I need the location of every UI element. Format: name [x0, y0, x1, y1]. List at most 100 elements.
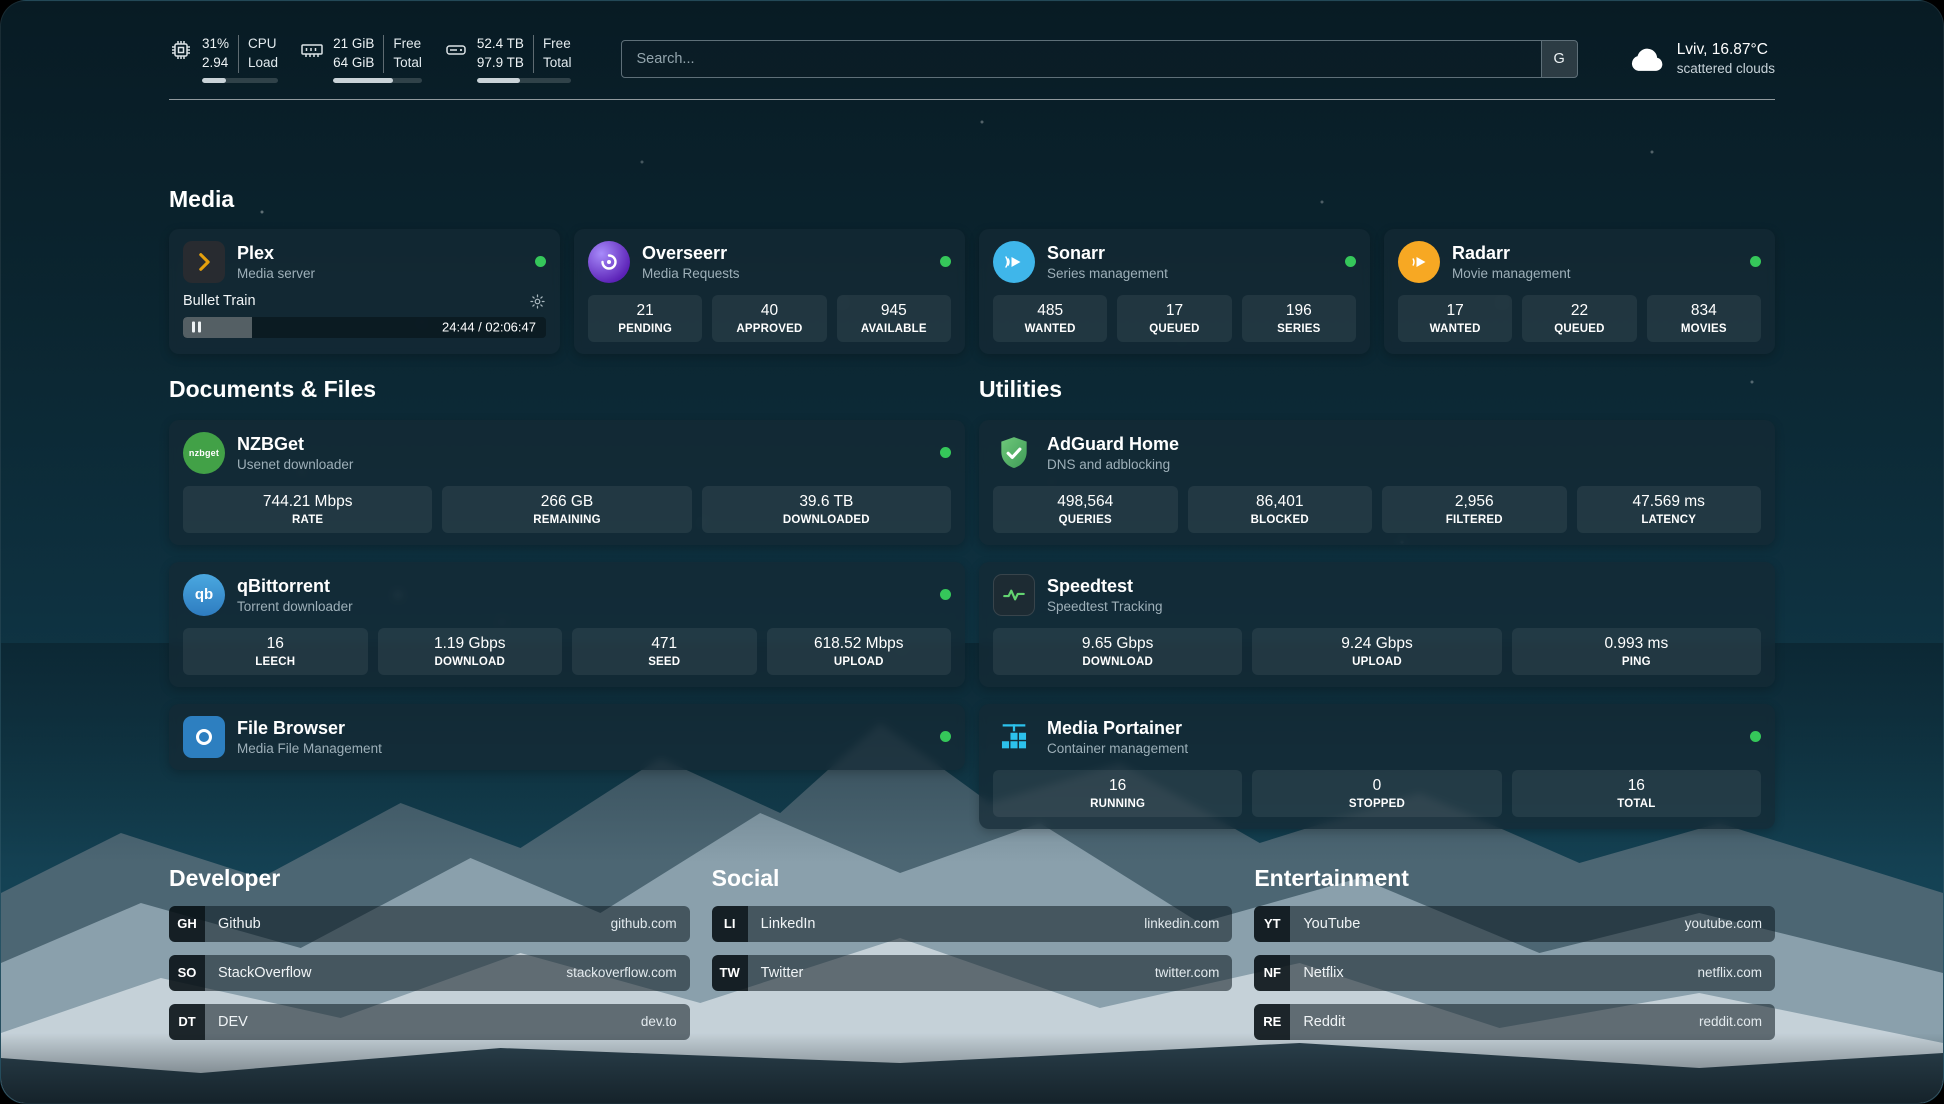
portainer-stat-stopped: 0 STOPPED	[1252, 770, 1501, 817]
qbittorrent-stat-download: 1.19 Gbps DOWNLOAD	[378, 628, 563, 675]
memory-free-label: Free	[393, 35, 422, 54]
cpu-load-value: 2.94	[202, 54, 229, 73]
search-bar[interactable]: G	[621, 40, 1577, 78]
pause-icon[interactable]	[192, 322, 201, 333]
adguard-stat-latency: 47.569 ms LATENCY	[1577, 486, 1762, 533]
storage-free-value: 52.4 TB	[477, 35, 524, 54]
bookmark-stackoverflow[interactable]: SO StackOverflow stackoverflow.com	[169, 955, 690, 991]
cpu-progress-bar	[202, 78, 278, 83]
app-name: File Browser	[237, 718, 382, 739]
reddit-icon: RE	[1254, 1004, 1290, 1040]
bookmark-url: netflix.com	[1697, 965, 1762, 980]
bookmark-name: Netflix	[1303, 965, 1343, 981]
cpu-usage-value: 31%	[202, 35, 229, 54]
plex-icon	[183, 241, 225, 283]
section-media: Media Plex Media server	[169, 186, 1775, 354]
app-name: Radarr	[1452, 243, 1571, 264]
status-online-dot	[940, 589, 951, 600]
app-name: AdGuard Home	[1047, 434, 1179, 455]
adguard-stat-blocked: 86,401 BLOCKED	[1188, 486, 1373, 533]
app-card-radarr[interactable]: Radarr Movie management 17 WANTED 22 QUE…	[1384, 229, 1775, 354]
memory-icon	[300, 38, 324, 62]
bookmark-url: reddit.com	[1699, 1014, 1762, 1029]
bookmark-name: Twitter	[761, 965, 804, 981]
cpu-load-label: Load	[248, 54, 278, 73]
nzbget-stat-remaining: 266 GB REMAINING	[442, 486, 691, 533]
netflix-icon: NF	[1254, 955, 1290, 991]
weather-condition: scattered clouds	[1677, 61, 1775, 76]
app-card-adguard[interactable]: AdGuard Home DNS and adblocking 498,564 …	[979, 420, 1775, 545]
app-card-speedtest[interactable]: Speedtest Speedtest Tracking 9.65 Gbps D…	[979, 562, 1775, 687]
section-social: Social LI LinkedIn linkedin.com TW Twitt…	[712, 865, 1233, 1053]
section-title-developer: Developer	[169, 865, 690, 892]
speedtest-icon	[993, 574, 1035, 616]
bookmark-netflix[interactable]: NF Netflix netflix.com	[1254, 955, 1775, 991]
app-subtitle: Media Requests	[642, 266, 740, 281]
app-subtitle: Media File Management	[237, 741, 382, 756]
bookmark-url: github.com	[611, 916, 677, 931]
section-title-media: Media	[169, 186, 1775, 213]
dashboard-screen: 31% 2.94 CPU Load	[0, 0, 1944, 1104]
app-card-qbittorrent[interactable]: qb qBittorrent Torrent downloader 16 LEE…	[169, 562, 965, 687]
status-online-dot	[1750, 256, 1761, 267]
sonarr-stat-series: 196 SERIES	[1242, 295, 1356, 342]
memory-free-value: 21 GiB	[333, 35, 374, 54]
top-bar: 31% 2.94 CPU Load	[169, 1, 1775, 100]
bookmark-twitter[interactable]: TW Twitter twitter.com	[712, 955, 1233, 991]
bookmark-reddit[interactable]: RE Reddit reddit.com	[1254, 1004, 1775, 1040]
app-subtitle: Media server	[237, 266, 315, 281]
bookmark-youtube[interactable]: YT YouTube youtube.com	[1254, 906, 1775, 942]
memory-progress-bar	[333, 78, 422, 83]
app-card-sonarr[interactable]: Sonarr Series management 485 WANTED 17 Q…	[979, 229, 1370, 354]
memory-widget: 21 GiB 64 GiB Free Total	[300, 35, 422, 83]
app-name: Plex	[237, 243, 315, 264]
app-name: Speedtest	[1047, 576, 1163, 597]
playback-time: 24:44 / 02:06:47	[442, 320, 536, 335]
storage-icon	[444, 38, 468, 62]
bookmark-name: LinkedIn	[761, 916, 816, 932]
section-utilities: Utilities	[979, 376, 1775, 829]
speedtest-stat-ping: 0.993 ms PING	[1512, 628, 1761, 675]
bookmark-name: Github	[218, 916, 261, 932]
dev-icon: DT	[169, 1004, 205, 1040]
bookmark-dev[interactable]: DT DEV dev.to	[169, 1004, 690, 1040]
linkedin-icon: LI	[712, 906, 748, 942]
playback-progress-bar[interactable]: 24:44 / 02:06:47	[183, 317, 546, 338]
bookmark-name: YouTube	[1303, 916, 1360, 932]
settings-gear-icon[interactable]	[529, 293, 546, 310]
weather-location-temp: Lviv, 16.87°C	[1677, 41, 1775, 59]
search-engine-button[interactable]: G	[1541, 41, 1577, 77]
status-online-dot	[535, 256, 546, 267]
sonarr-stat-wanted: 485 WANTED	[993, 295, 1107, 342]
memory-total-label: Total	[393, 54, 422, 73]
bookmark-name: DEV	[218, 1014, 248, 1030]
bookmark-name: StackOverflow	[218, 965, 311, 981]
app-card-filebrowser[interactable]: File Browser Media File Management	[169, 704, 965, 770]
status-online-dot	[940, 256, 951, 267]
adguard-icon	[993, 432, 1035, 474]
status-online-dot	[940, 731, 951, 742]
bookmark-url: linkedin.com	[1144, 916, 1219, 931]
overseerr-stat-pending: 21 PENDING	[588, 295, 702, 342]
app-card-plex[interactable]: Plex Media server Bullet Train	[169, 229, 560, 354]
app-card-nzbget[interactable]: nzbget NZBGet Usenet downloader 744.21 M…	[169, 420, 965, 545]
portainer-stat-running: 16 RUNNING	[993, 770, 1242, 817]
storage-total-label: Total	[543, 54, 572, 73]
overseerr-icon	[588, 241, 630, 283]
section-title-entertainment: Entertainment	[1254, 865, 1775, 892]
radarr-stat-queued: 22 QUEUED	[1522, 295, 1636, 342]
bookmark-url: dev.to	[641, 1014, 677, 1029]
bookmark-github[interactable]: GH Github github.com	[169, 906, 690, 942]
radarr-stat-movies: 834 MOVIES	[1647, 295, 1761, 342]
radarr-icon	[1398, 241, 1440, 283]
app-subtitle: Container management	[1047, 741, 1188, 756]
portainer-icon	[993, 716, 1035, 758]
search-input[interactable]	[622, 51, 1540, 67]
app-card-portainer[interactable]: Media Portainer Container management 16 …	[979, 704, 1775, 829]
app-subtitle: Series management	[1047, 266, 1168, 281]
cpu-usage-label: CPU	[248, 35, 278, 54]
bookmark-linkedin[interactable]: LI LinkedIn linkedin.com	[712, 906, 1233, 942]
portainer-stat-total: 16 TOTAL	[1512, 770, 1761, 817]
app-card-overseerr[interactable]: Overseerr Media Requests 21 PENDING 40 A…	[574, 229, 965, 354]
storage-progress-bar	[477, 78, 572, 83]
